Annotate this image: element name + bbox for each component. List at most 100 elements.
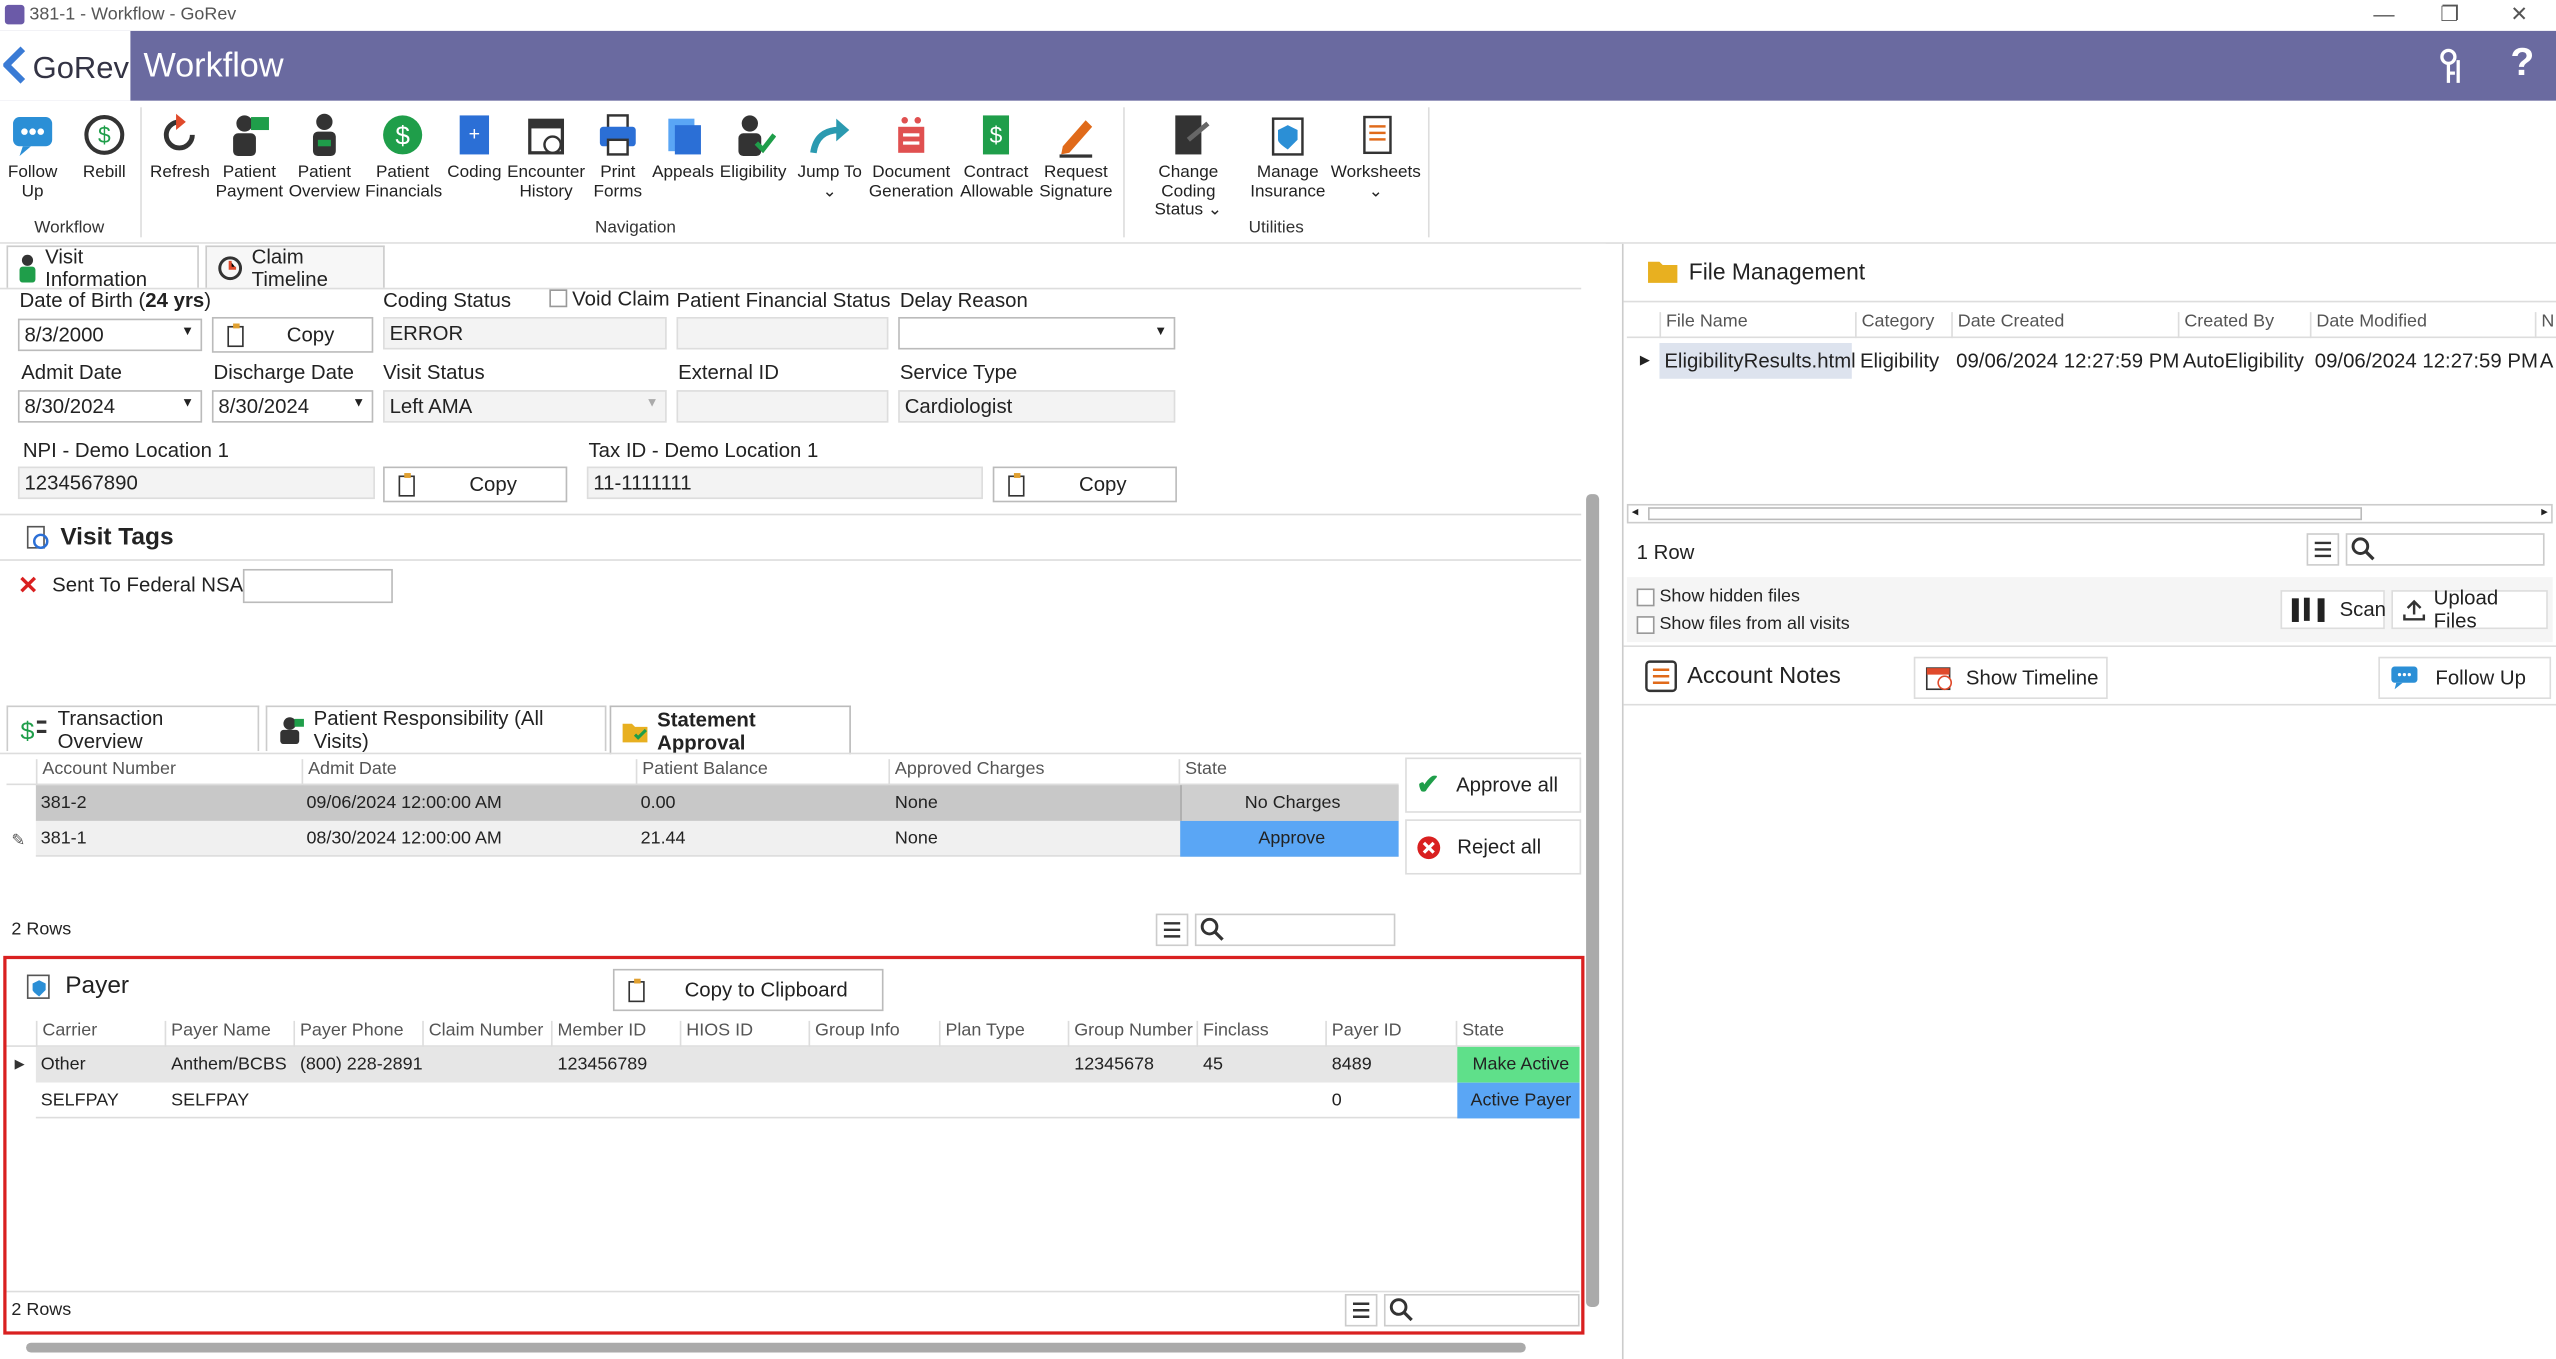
upload-files-button[interactable]: Upload Files	[2391, 587, 2548, 632]
refresh-button[interactable]: Refresh	[150, 111, 210, 183]
patient-payment-button[interactable]: Patient Payment	[215, 111, 283, 202]
minimize-icon[interactable]: —	[2373, 2, 2394, 26]
follow-up-button[interactable]: Follow Up	[3, 111, 62, 202]
tab-visit-information[interactable]: Visit Information	[6, 245, 199, 290]
appeals-icon	[668, 118, 701, 155]
logo: GoRev	[0, 30, 131, 101]
approve-state-button[interactable]: Approve	[1180, 820, 1399, 857]
upload-icon	[2403, 599, 2426, 621]
search-icon	[2351, 537, 2375, 561]
tag-label: Sent To Federal NSA	[52, 573, 244, 597]
show-timeline-button[interactable]: Show Timeline	[1913, 656, 2108, 700]
jump-arrow-icon	[810, 118, 850, 154]
statement-menu-icon[interactable]	[1155, 913, 1189, 947]
approve-all-button[interactable]: ✔ Approve all	[1405, 757, 1582, 813]
remove-tag-icon[interactable]: ✕	[18, 571, 39, 600]
discharge-date-label: Discharge Date	[213, 360, 354, 384]
visit-status-field[interactable]: Left AMA ▼	[383, 390, 667, 423]
timeline-calendar-icon	[1925, 667, 1953, 691]
request-signature-button[interactable]: Request Signature	[1038, 111, 1113, 202]
change-coding-status-button[interactable]: Change Coding Status ⌄	[1131, 111, 1245, 221]
show-all-visits-label: Show files from all visits	[1659, 614, 1850, 634]
admit-date-field[interactable]: 8/30/2024 ▼	[17, 390, 203, 423]
tags-icon	[26, 525, 49, 549]
file-row-expand-icon[interactable]: ▶	[1640, 353, 1650, 368]
encounter-history-button[interactable]: Encounter History	[507, 111, 585, 202]
discharge-date-field[interactable]: 8/30/2024 ▼	[211, 390, 374, 423]
close-icon[interactable]: ✕	[2510, 2, 2528, 28]
statement-grid-header: Account Number Admit Date Patient Balanc…	[6, 753, 1399, 786]
checkmark-icon: ✔	[1416, 768, 1440, 800]
manage-insurance-button[interactable]: Manage Insurance	[1250, 111, 1325, 202]
vertical-scrollbar[interactable]	[1586, 494, 1600, 1307]
delay-reason-select[interactable]: ▼	[898, 316, 1176, 350]
dob-field[interactable]: 8/3/2000 ▼	[17, 318, 203, 352]
page-title: Workflow	[143, 47, 284, 85]
no-charges-state: No Charges	[1180, 785, 1399, 821]
copy-dob-button[interactable]: Copy	[211, 316, 374, 353]
show-hidden-files-label: Show hidden files	[1659, 586, 1801, 607]
restore-icon[interactable]: ❐	[2440, 2, 2459, 28]
taxid-field: 11-1111111	[586, 466, 983, 500]
eligibility-button[interactable]: Eligibility	[717, 111, 789, 183]
rebill-button[interactable]: $ Rebill	[75, 111, 134, 183]
tab-patient-responsibility[interactable]: Patient Responsibility (All Visits)	[265, 705, 607, 752]
scan-button[interactable]: ▌▍▌ Scan	[2280, 590, 2386, 630]
gorev-logo-icon	[3, 46, 26, 84]
tab-transaction-overview[interactable]: $ Transaction Overview	[6, 705, 260, 752]
tab-statement-approval[interactable]: Statement Approval	[609, 705, 851, 755]
worksheets-button[interactable]: Worksheets ⌄	[1330, 111, 1421, 202]
visit-status-label: Visit Status	[383, 360, 485, 384]
barcode-icon: ▌▍▌	[2291, 598, 2332, 621]
coding-book-icon: +	[459, 115, 490, 155]
copy-npi-button[interactable]: Copy	[383, 466, 568, 503]
show-hidden-files-checkbox[interactable]	[1636, 588, 1655, 607]
copy-taxid-button[interactable]: Copy	[992, 466, 1177, 503]
follow-up-notes-button[interactable]: Follow Up	[2378, 656, 2552, 700]
keys-icon[interactable]	[2435, 47, 2471, 86]
tag-value-field[interactable]	[242, 568, 393, 604]
coding-button[interactable]: + Coding	[445, 111, 504, 183]
patient-overview-icon	[312, 113, 336, 157]
external-id-field	[676, 390, 889, 423]
appeals-button[interactable]: Appeals	[652, 111, 714, 183]
account-notes-header: Account Notes	[1645, 660, 1841, 693]
print-forms-button[interactable]: Print Forms	[590, 111, 645, 202]
svg-text:+: +	[469, 123, 480, 145]
insurance-shield-icon	[1271, 117, 1304, 156]
horizontal-scrollbar[interactable]	[26, 1342, 1526, 1353]
patient-financials-button[interactable]: $ Patient Financials	[365, 111, 442, 202]
notes-icon	[1645, 660, 1677, 693]
svg-text:$: $	[990, 122, 1003, 148]
external-id-label: External ID	[678, 360, 779, 384]
statement-search-input[interactable]	[1194, 913, 1396, 947]
files-search-input[interactable]	[2345, 533, 2545, 566]
void-claim-checkbox[interactable]	[549, 289, 568, 308]
patient-financial-status-field	[676, 316, 889, 350]
ribbon: Follow Up $ Rebill Workflow Refresh Patie…	[0, 100, 2556, 244]
right-panel: File Management File Name Category Date …	[1621, 243, 2556, 1359]
files-horizontal-scrollbar[interactable]: ◂ ▸	[1626, 503, 2553, 524]
app-header: GoRev Workflow ?	[0, 30, 2556, 101]
jump-to-button[interactable]: Jump To ⌄	[794, 111, 866, 202]
edit-row-icon: ✎	[11, 832, 26, 851]
show-all-visits-checkbox[interactable]	[1636, 616, 1655, 634]
table-row[interactable]: 381-1 08/30/2024 12:00:00 AM 21.44 None …	[35, 820, 1399, 857]
service-type-field: Cardiologist	[898, 390, 1176, 423]
tab-claim-timeline[interactable]: Claim Timeline	[205, 245, 385, 290]
patient-financial-status-label: Patient Financial Status	[676, 289, 891, 313]
patient-overview-button[interactable]: Patient Overview	[289, 111, 361, 202]
files-menu-icon[interactable]	[2306, 533, 2340, 566]
copy-icon	[227, 322, 244, 347]
contract-allowable-button[interactable]: $ Contract Allowable	[960, 111, 1033, 202]
search-icon	[1200, 917, 1224, 941]
folder-icon	[1648, 261, 1678, 283]
help-icon[interactable]: ?	[2510, 41, 2534, 87]
person-icon	[19, 253, 36, 282]
document-generation-button[interactable]: Document Generation	[869, 111, 954, 202]
table-row[interactable]: 381-2 09/06/2024 12:00:00 AM 0.00 None N…	[35, 785, 1399, 821]
timeline-icon	[218, 255, 243, 280]
reject-all-button[interactable]: Reject all	[1405, 819, 1582, 875]
visit-tags-header: Visit Tags	[26, 523, 174, 551]
file-row[interactable]: EligibilityResults.html Eligibility 09/0…	[1659, 343, 2556, 379]
